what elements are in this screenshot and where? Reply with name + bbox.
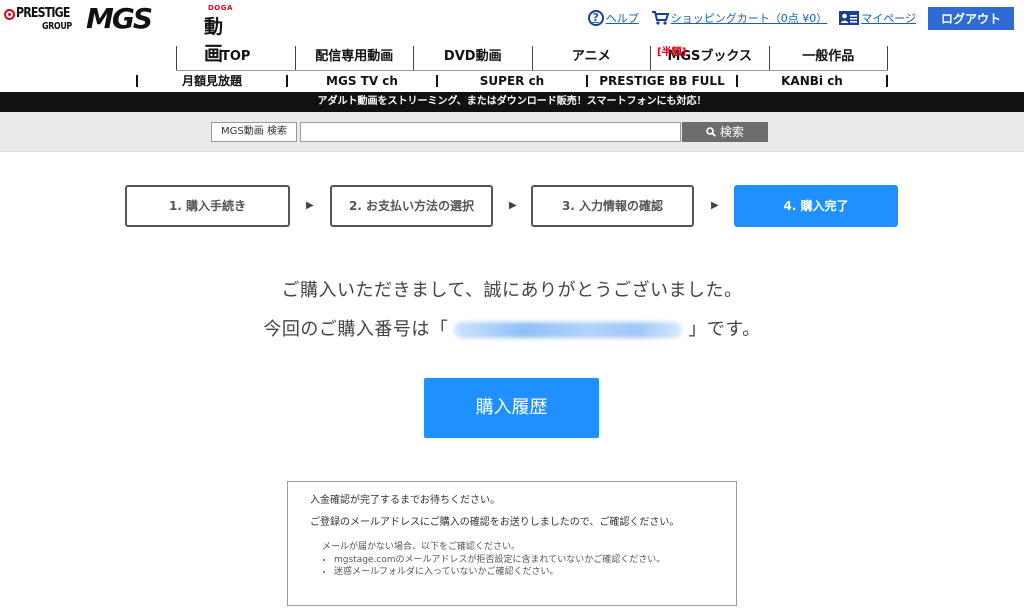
step-4: 4. 購入完了 <box>734 185 898 227</box>
nav-item-top[interactable]: TOP <box>176 46 295 70</box>
prestige-ring-icon <box>4 9 15 20</box>
purchase-history-button[interactable]: 購入履歴 <box>424 378 599 438</box>
nav2-label: MGS TV ch <box>326 74 398 88</box>
nav2-item-super[interactable]: SUPER ch <box>436 75 586 87</box>
doga-text: DOGA <box>208 4 233 12</box>
notice-line-2: ご登録のメールアドレスにご購入の確認をお送りしましたので、ご確認ください。 <box>310 517 680 528</box>
nav-item-dvd[interactable]: DVD動画 <box>413 46 532 70</box>
half-price-badge: [半額] <box>657 47 687 58</box>
list-item: mgstage.comのメールアドレスが拒否設定に含まれていないかご確認ください… <box>334 554 714 566</box>
id-card-icon <box>839 11 860 25</box>
search-input[interactable] <box>300 122 681 142</box>
help-link[interactable]: ? ヘルプ <box>587 10 639 26</box>
nav2-label: SUPER ch <box>479 74 545 88</box>
primary-nav: TOP 配信専用動画 DVD動画 アニメ [半額] MGSブックス 一般作品 <box>176 46 888 70</box>
nav-item-anime[interactable]: アニメ <box>531 46 651 70</box>
nav2-label: 月額見放題 <box>181 74 242 88</box>
cart-link[interactable]: ショッピングカート（0点 ¥0） <box>651 10 828 26</box>
site-logo[interactable]: PRESTIGE GROUP MGS DOGA 動画 <box>4 2 232 66</box>
nav-label: アニメ <box>571 49 611 64</box>
order-prefix: 今回のご購入番号は「 <box>263 319 449 340</box>
promo-banner: アダルト動画をストリーミング、またはダウンロード販売！スマートフォンにも対応！ <box>0 92 1024 112</box>
search-button[interactable]: 検索 <box>682 122 768 142</box>
question-icon: ? <box>587 10 604 26</box>
site-header: PRESTIGE GROUP MGS DOGA 動画 ? ヘルプ ショッピングカ… <box>0 0 1024 66</box>
search-label: MGS動画 検索 <box>211 122 297 142</box>
mgs-text: MGS <box>86 2 153 35</box>
nav2-label: KANBi ch <box>781 74 843 88</box>
step-arrow-icon: ▶ <box>711 200 719 211</box>
nav2-label: PRESTIGE BB FULL <box>599 74 725 88</box>
search-button-label: 検索 <box>719 125 744 139</box>
list-item: 迷惑メールフォルダに入っていないかご確認ください。 <box>334 566 714 578</box>
nav2-item-monthly[interactable]: 月額見放題 <box>136 75 286 87</box>
order-number-line: 今回のご購入番号は「 」です。 <box>0 315 1024 341</box>
step-arrow-icon: ▶ <box>509 200 517 211</box>
step-2: 2. お支払い方法の選択 <box>330 185 493 227</box>
order-number-redacted <box>454 322 683 338</box>
mgs-logo: MGS DOGA 動画 <box>86 2 232 66</box>
order-suffix: 」です。 <box>688 319 761 340</box>
nav2-item-mgstv[interactable]: MGS TV ch <box>286 75 436 87</box>
cart-icon <box>651 10 669 26</box>
help-label: ヘルプ <box>605 12 639 25</box>
step-1: 1. 購入手続き <box>125 185 290 227</box>
cart-label: ショッピングカート（0点 ¥0） <box>670 12 828 25</box>
nav-label: TOP <box>221 49 251 64</box>
mypage-label: マイページ <box>861 12 916 25</box>
mypage-link[interactable]: マイページ <box>839 10 916 26</box>
notice-box: 入金確認が完了するまでお待ちください。 ご登録のメールアドレスにご購入の確認をお… <box>287 481 737 606</box>
nav-label: 配信専用動画 <box>315 49 394 64</box>
nav-label: DVD動画 <box>443 49 502 64</box>
search-icon <box>706 125 720 139</box>
nav-item-streaming[interactable]: 配信専用動画 <box>294 46 414 70</box>
notice-line-1: 入金確認が完了するまでお待ちください。 <box>310 495 500 506</box>
secondary-nav: 月額見放題 MGS TV ch SUPER ch PRESTIGE BB FUL… <box>136 72 888 92</box>
prestige-text: PRESTIGE <box>16 6 70 21</box>
logout-button[interactable]: ログアウト <box>927 6 1014 30</box>
header-links: ? ヘルプ ショッピングカート（0点 ¥0） マイページ ログアウト <box>587 6 1024 30</box>
step-arrow-icon: ▶ <box>306 200 314 211</box>
group-text: GROUP <box>42 21 72 32</box>
nav-divider <box>176 70 888 71</box>
nav2-item-prestige-bb[interactable]: PRESTIGE BB FULL <box>586 75 736 87</box>
notice-list: mgstage.comのメールアドレスが拒否設定に含まれていないかご確認ください… <box>310 554 714 578</box>
nav2-item-kanbi[interactable]: KANBi ch <box>736 75 888 87</box>
prestige-logo: PRESTIGE GROUP <box>4 4 84 34</box>
notice-sub-heading: メールが届かない場合、以下をご確認ください。 <box>322 542 521 552</box>
thanks-message: ご購入いただきまして、誠にありがとうございました。 <box>281 280 743 301</box>
nav-label: 一般作品 <box>802 49 855 64</box>
step-3: 3. 入力情報の確認 <box>531 185 694 227</box>
nav-item-general[interactable]: 一般作品 <box>768 46 888 70</box>
nav-item-books[interactable]: [半額] MGSブックス <box>650 46 769 70</box>
